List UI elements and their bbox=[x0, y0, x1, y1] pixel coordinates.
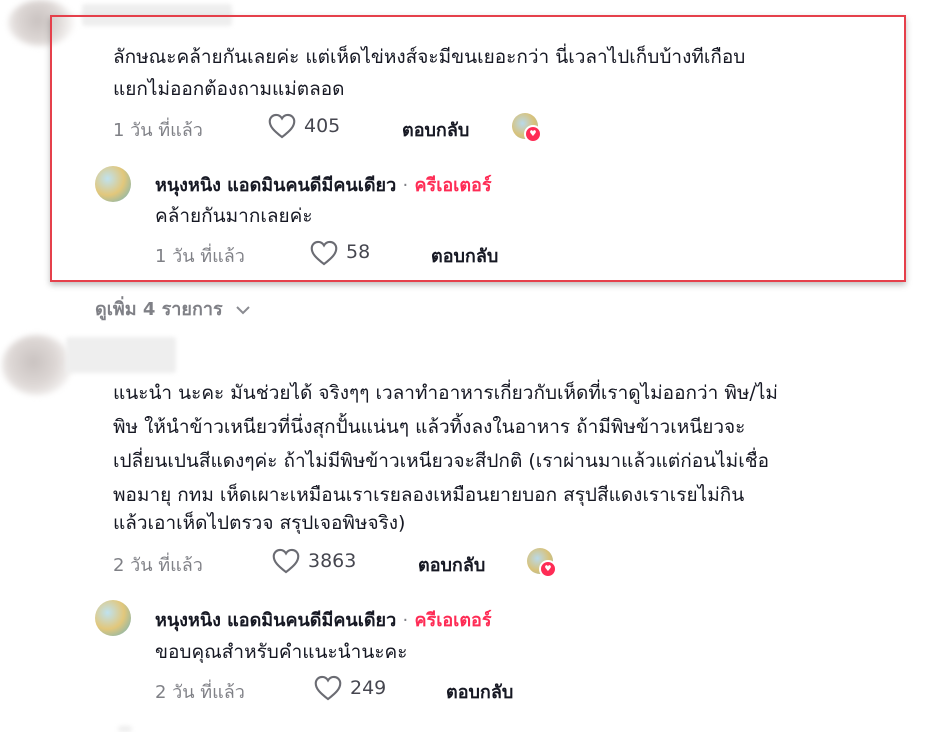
heart-outline-icon[interactable] bbox=[314, 675, 342, 701]
view-more-label[interactable]: ดูเพิ่ม 4 รายการ bbox=[95, 299, 223, 320]
comment-text-line: แล้วเอาเห็ดไปตรวจ สรุปเจอพิษจริง) bbox=[113, 512, 406, 534]
next-comment-fragment bbox=[118, 726, 132, 732]
commenter-name[interactable] bbox=[66, 337, 176, 373]
heart-outline-icon[interactable] bbox=[310, 240, 338, 266]
creator-heart-badge-icon: ♥ bbox=[524, 125, 542, 143]
comment-timestamp: 1 วัน ที่แล้ว bbox=[113, 120, 203, 141]
comment-timestamp: 2 วัน ที่แล้ว bbox=[113, 555, 203, 576]
reply-author[interactable]: หนุงหนิง แอดมินคนดีมีคนเดียว · ครีเอเตอร… bbox=[155, 170, 492, 199]
reply-button[interactable]: ตอบกลับ bbox=[431, 241, 498, 270]
comment-text-line: แยกไม่ออกต้องถามแม่ตลอด bbox=[113, 78, 345, 100]
like-count: 58 bbox=[346, 241, 371, 263]
like-count: 249 bbox=[350, 677, 387, 699]
creator-label: ครีเอเตอร์ bbox=[414, 610, 492, 631]
chevron-down-icon[interactable] bbox=[235, 304, 251, 316]
creator-liked-badge: ♥ bbox=[527, 548, 557, 578]
creator-avatar[interactable] bbox=[95, 600, 131, 636]
creator-label: ครีเอเตอร์ bbox=[414, 175, 492, 196]
like-count: 405 bbox=[304, 115, 341, 137]
comment-text-line: แนะนำ นะคะ มันช่วยได้ จริงๆๆ เวลาทำอาหาร… bbox=[113, 382, 778, 404]
comment-text-line: ลักษณะคล้ายกันเลยค่ะ แต่เห็ดไข่หงส์จะมีข… bbox=[113, 46, 746, 68]
reply-text: ขอบคุณสำหรับคำแนะนำนะคะ bbox=[155, 641, 408, 663]
reply-button[interactable]: ตอบกลับ bbox=[402, 115, 469, 144]
reply-author-name[interactable]: หนุงหนิง แอดมินคนดีมีคนเดียว bbox=[155, 610, 396, 631]
heart-outline-icon[interactable] bbox=[272, 548, 300, 574]
reply-text: คล้ายกันมากเลยค่ะ bbox=[155, 205, 313, 227]
commenter-avatar[interactable] bbox=[2, 335, 72, 395]
creator-liked-badge: ♥ bbox=[512, 113, 542, 143]
reply-button[interactable]: ตอบกลับ bbox=[418, 550, 485, 579]
comment-text-line: พิษ ให้นำข้าวเหนียวที่นึ่งสุกปั้นแน่นๆ แ… bbox=[113, 416, 746, 438]
comment-text-line: เปลี่ยนเปนสีแดงๆค่ะ ถ้าไม่มีพิษข้าวเหนีย… bbox=[113, 450, 770, 472]
reply-timestamp: 1 วัน ที่แล้ว bbox=[155, 246, 245, 267]
heart-outline-icon[interactable] bbox=[268, 113, 296, 139]
creator-heart-badge-icon: ♥ bbox=[539, 560, 557, 578]
reply-button[interactable]: ตอบกลับ bbox=[446, 677, 513, 706]
creator-avatar[interactable] bbox=[95, 166, 131, 202]
separator-dot: · bbox=[402, 175, 409, 196]
reply-author-name[interactable]: หนุงหนิง แอดมินคนดีมีคนเดียว bbox=[155, 175, 396, 196]
reply-author[interactable]: หนุงหนิง แอดมินคนดีมีคนเดียว · ครีเอเตอร… bbox=[155, 605, 492, 634]
view-more-replies[interactable]: ดูเพิ่ม 4 รายการ bbox=[95, 294, 251, 323]
like-count: 3863 bbox=[308, 550, 357, 572]
reply-timestamp: 2 วัน ที่แล้ว bbox=[155, 682, 245, 703]
separator-dot: · bbox=[402, 610, 409, 631]
